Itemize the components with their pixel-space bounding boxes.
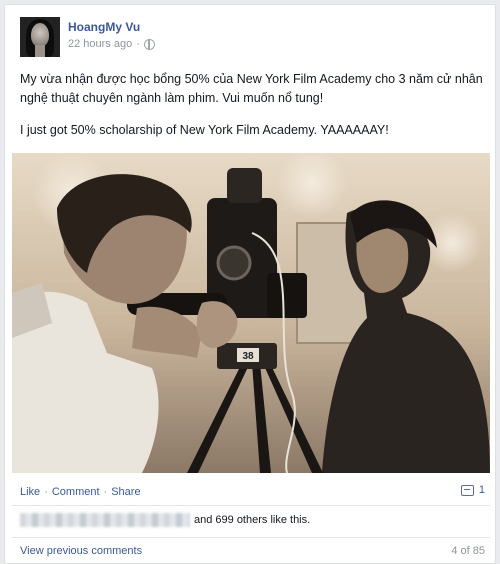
- timestamp-row: 22 hours ago ·: [68, 38, 155, 50]
- post-meta: HoangMy Vu 22 hours ago ·: [68, 17, 155, 57]
- action-separator: ·: [44, 486, 48, 498]
- post-header: HoangMy Vu 22 hours ago ·: [20, 17, 155, 57]
- avatar[interactable]: [20, 17, 60, 57]
- divider: [12, 505, 490, 506]
- comment-link[interactable]: Comment: [52, 486, 100, 498]
- post-photo[interactable]: 38: [12, 153, 490, 473]
- likes-text[interactable]: and 699 others like this.: [194, 514, 310, 526]
- post-text: My vừa nhận được học bổng 50% của New Yo…: [20, 70, 485, 140]
- view-previous-comments-link[interactable]: View previous comments: [20, 545, 142, 557]
- divider: [12, 537, 490, 538]
- post-actions: Like · Comment · Share 1: [20, 483, 485, 501]
- action-separator: ·: [103, 486, 108, 498]
- separator-dot: ·: [136, 38, 140, 50]
- post-card: HoangMy Vu 22 hours ago · My vừa nhận đư…: [4, 4, 496, 564]
- likes-summary: and 699 others like this.: [20, 513, 310, 527]
- post-text-vietnamese: My vừa nhận được học bổng 50% của New Yo…: [20, 72, 483, 105]
- comments-footer: View previous comments 4 of 85: [20, 545, 485, 557]
- globe-icon[interactable]: [143, 38, 155, 50]
- timestamp[interactable]: 22 hours ago: [68, 38, 132, 50]
- blurred-liker-names: [20, 513, 190, 527]
- author-name[interactable]: HoangMy Vu: [68, 20, 155, 34]
- share-link[interactable]: Share: [111, 486, 140, 498]
- camera-label: 38: [242, 351, 254, 362]
- comment-bubble-icon: [460, 484, 474, 496]
- comment-count[interactable]: 1: [460, 484, 485, 496]
- comment-page-count: 4 of 85: [451, 545, 485, 557]
- like-link[interactable]: Like: [20, 486, 40, 498]
- photo-illustration: 38: [12, 153, 490, 473]
- post-text-english: I just got 50% scholarship of New York F…: [20, 123, 389, 137]
- comment-count-value: 1: [478, 484, 485, 496]
